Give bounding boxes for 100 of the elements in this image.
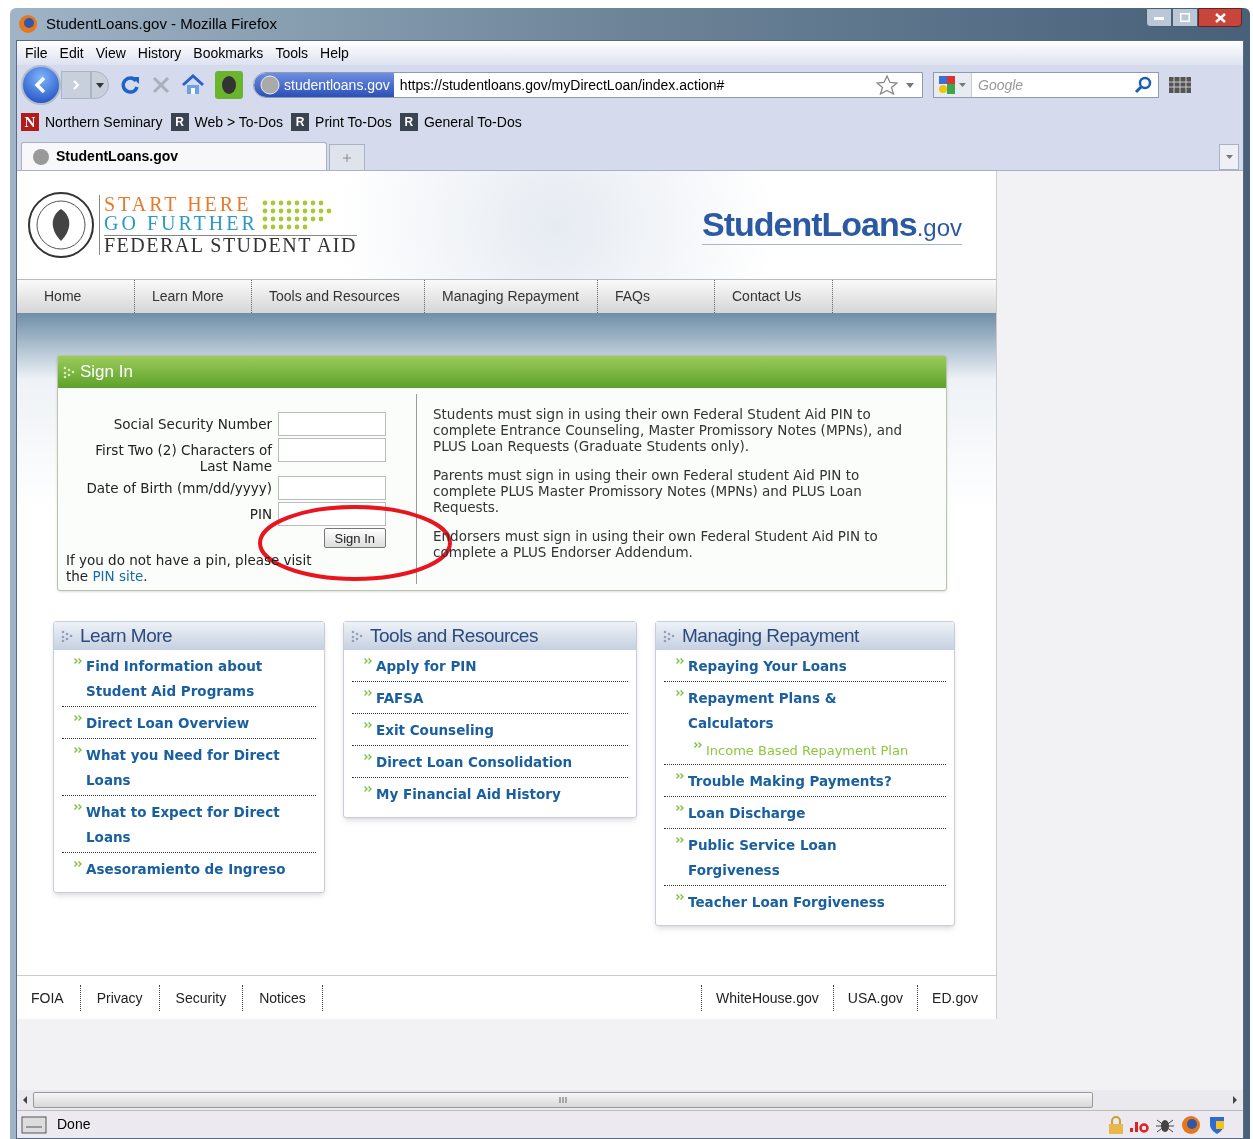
status-text: Done — [57, 1115, 91, 1134]
firefox-icon — [18, 14, 38, 34]
panel-link[interactable]: Repaying Your Loans — [688, 654, 867, 679]
chevron-icon — [364, 722, 372, 728]
panel-title: Managing Repayment — [682, 623, 859, 648]
panel-link[interactable]: What to Expect for Direct Loans — [86, 800, 316, 850]
panel-link[interactable]: My Financial Aid History — [376, 782, 581, 807]
panel-title: Tools and Resources — [370, 623, 538, 648]
panel-link[interactable]: Asesoramiento de Ingreso — [86, 857, 306, 882]
footer-link[interactable]: ED.gov — [917, 984, 992, 1011]
firefox-icon — [1181, 1114, 1201, 1135]
logo-tagline: START HERE — [104, 195, 253, 214]
plus-icon — [342, 152, 352, 163]
footer-link[interactable]: Security — [159, 984, 244, 1011]
scroll-left-icon[interactable] — [21, 1096, 29, 1104]
panel-link[interactable]: Loan Discharge — [688, 801, 826, 826]
home-icon[interactable] — [181, 74, 205, 96]
site-name: StudentLoans — [701, 205, 917, 242]
browser-tab[interactable]: StudentLoans.gov — [21, 142, 327, 170]
bookmark-badge: R — [170, 113, 189, 131]
keyboard-icon — [21, 1115, 47, 1134]
panel-link[interactable]: Direct Loan Overview — [86, 711, 270, 736]
logo-tagline: GO FURTHER — [104, 214, 259, 233]
minimize-button[interactable] — [1146, 8, 1172, 27]
panel-link[interactable]: Find Information about Student Aid Programs — [86, 654, 316, 704]
bookmark-link[interactable]: Print To-Dos — [315, 111, 392, 133]
search-field[interactable]: Google — [972, 73, 1134, 97]
text-field[interactable] — [278, 476, 386, 500]
window-title: StudentLoans.gov - Mozilla Firefox — [46, 13, 277, 34]
dots-icon — [662, 629, 676, 643]
panel-link[interactable]: Teacher Loan Forgiveness — [688, 890, 905, 915]
bookmark-badge: N — [21, 113, 39, 131]
chevron-icon — [676, 805, 684, 811]
footer-link[interactable]: USA.gov — [832, 984, 918, 1011]
panel-link[interactable]: Trouble Making Payments? — [688, 769, 912, 794]
panel-title: Sign In — [80, 361, 133, 384]
horizontal-scrollbar-thumb[interactable] — [33, 1092, 1093, 1108]
caret-icon — [1225, 155, 1233, 159]
bookmark-link[interactable]: Web > To-Dos — [194, 111, 284, 133]
info-paragraph: Students must sign in using their own Federal Student Aid PIN to complete Entrance Counseling, Master Promissory Notes (MPNs), and PLUS Loan Requests (Graduate Students only). — [433, 406, 904, 454]
site-domain: .gov — [916, 213, 962, 242]
chevron-icon — [74, 715, 82, 721]
footer-link[interactable]: Notices — [243, 984, 323, 1011]
panel-link[interactable]: Direct Loan Consolidation — [376, 750, 593, 775]
menu-item[interactable]: History — [137, 42, 182, 64]
field-label: First Two (2) Characters of Last Name — [94, 441, 272, 474]
reload-icon[interactable] — [119, 74, 141, 96]
panel-link[interactable]: Apply for PIN — [376, 654, 497, 679]
chevron-icon — [364, 690, 372, 696]
chevron-icon — [364, 754, 372, 760]
search-bar[interactable]: Google — [933, 72, 1159, 98]
chevron-icon — [676, 837, 684, 843]
panel-link[interactable]: FAFSA — [376, 686, 444, 711]
tab-list-button[interactable] — [1219, 144, 1239, 170]
bookmark-link[interactable]: General To-Dos — [423, 111, 522, 133]
lock-icon — [1109, 1115, 1123, 1134]
maximize-icon — [1180, 13, 1190, 22]
chevron-icon — [74, 747, 82, 753]
scroll-right-icon[interactable] — [1231, 1096, 1239, 1104]
text-field[interactable] — [278, 438, 386, 462]
sign-in-button[interactable]: Sign In — [323, 528, 386, 548]
menu-item[interactable]: File — [25, 42, 48, 64]
chevron-icon — [364, 786, 372, 792]
footer-link[interactable]: Privacy — [80, 984, 160, 1011]
grid-icon[interactable] — [1169, 77, 1191, 93]
panel-link[interactable]: Repayment Plans & Calculators — [688, 686, 946, 736]
menu-item[interactable]: Edit — [59, 42, 84, 64]
footer-link[interactable]: WhiteHouse.gov — [701, 984, 833, 1011]
minimize-icon — [1154, 15, 1164, 20]
shield-icon — [1207, 1114, 1227, 1135]
chevron-icon — [364, 658, 372, 664]
chevron-icon — [74, 658, 82, 664]
bookmark-link[interactable]: Northern Seminary — [45, 111, 163, 133]
bookmark-badge: R — [399, 113, 418, 131]
maximize-button[interactable] — [1172, 8, 1198, 27]
menu-item[interactable]: View — [95, 42, 126, 64]
caret-icon — [96, 82, 104, 88]
text-field[interactable] — [278, 412, 386, 436]
close-button[interactable] — [1198, 8, 1242, 27]
menu-item[interactable]: Help — [320, 42, 349, 64]
panel-link[interactable]: Public Service Loan Forgiveness — [688, 833, 946, 883]
chevron-icon — [74, 861, 82, 867]
panel-link[interactable]: Exit Counseling — [376, 718, 514, 743]
dots-icon — [350, 629, 364, 643]
search-engine-button[interactable] — [934, 73, 972, 97]
panel-title: Learn More — [80, 623, 173, 648]
panel-link[interactable]: What you Need for Direct Loans — [86, 743, 316, 793]
dots-icon — [62, 365, 76, 379]
logo-title: FEDERAL STUDENT AID — [104, 235, 357, 255]
menu-item[interactable]: Bookmarks — [193, 42, 264, 64]
footer-link[interactable]: FOIA — [21, 984, 81, 1011]
back-button[interactable] — [21, 65, 61, 105]
search-icon[interactable] — [1134, 76, 1152, 94]
menu-item[interactable]: Tools — [275, 42, 309, 64]
field-label: PIN — [248, 505, 272, 522]
field-label: Date of Birth (mm/dd/yyyy) — [85, 479, 272, 496]
caret-icon — [959, 83, 966, 87]
chevron-icon — [676, 690, 684, 696]
info-paragraph: Parents must sign in using their own Federal student Aid PIN to complete PLUS Master Promissory Notes (MPNs) and PLUS Loan Requests. — [433, 467, 863, 515]
history-dropdown[interactable] — [91, 71, 109, 99]
